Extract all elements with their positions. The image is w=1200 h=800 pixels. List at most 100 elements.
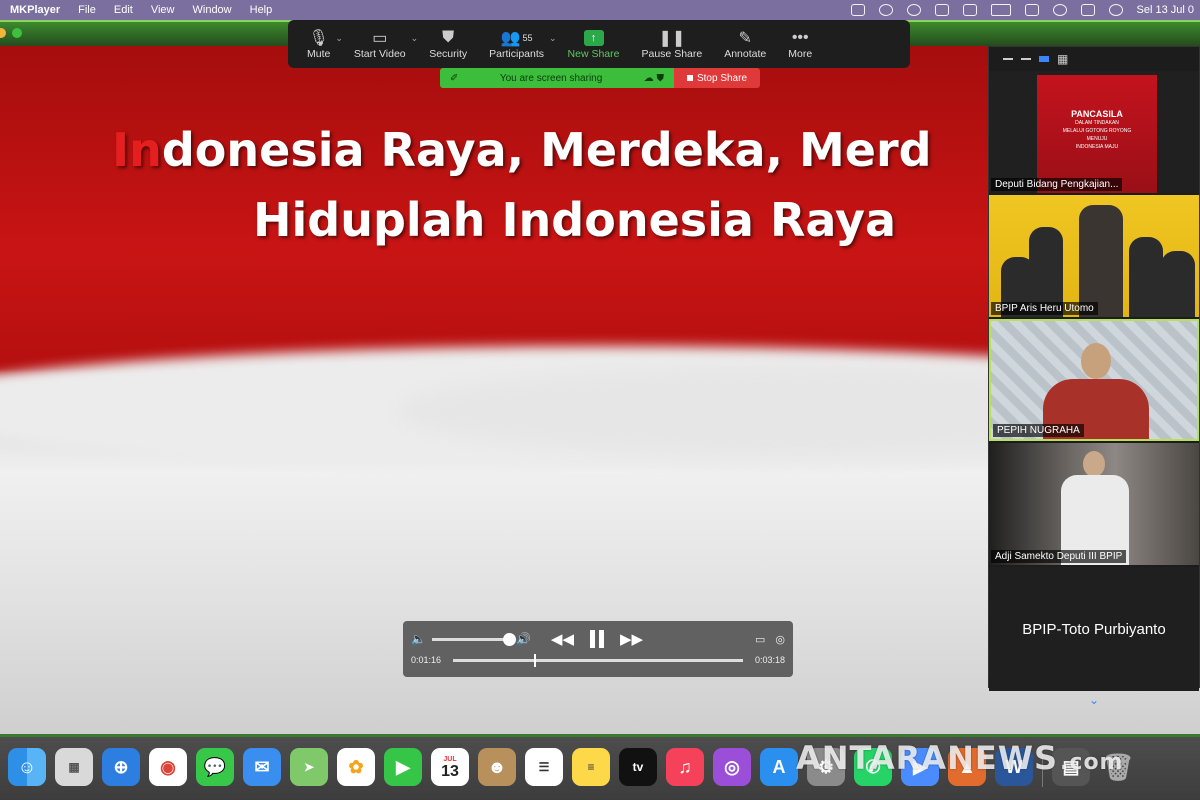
participant-tile[interactable]: BPIP Aris Heru Utomo: [989, 195, 1199, 317]
participant-tile[interactable]: Adji Samekto Deputi III BPIP: [989, 443, 1199, 565]
safari-icon[interactable]: ⊕: [102, 748, 140, 786]
menu-bar: MKPlayer File Edit View Window Help Sel …: [0, 0, 1200, 20]
start-video-label: Start Video: [353, 48, 406, 60]
watermark-brand: ANTARANEWS: [796, 739, 1059, 777]
video-options-caret-icon[interactable]: ⌄: [411, 33, 419, 44]
keyboard-input-icon[interactable]: [934, 4, 949, 16]
lyrics-line-2: Hiduplah Indonesia Raya: [253, 193, 897, 247]
menu-edit[interactable]: Edit: [114, 4, 133, 16]
facetime-icon[interactable]: ▶: [384, 748, 422, 786]
lyrics-highlight: In: [112, 123, 162, 177]
zoom-status-icon[interactable]: [850, 4, 865, 16]
finder-icon[interactable]: ☺: [8, 748, 46, 786]
speaker-view-icon[interactable]: [1039, 56, 1049, 62]
more-button[interactable]: ••• More: [788, 28, 812, 60]
photos-icon[interactable]: ✿: [337, 748, 375, 786]
cloud-shield-icon: ☁ ⛊: [643, 72, 664, 84]
participant-tile-active[interactable]: PEPIH NUGRAHA: [989, 319, 1199, 441]
security-button[interactable]: ⛊ Security: [429, 28, 467, 60]
volume-low-icon[interactable]: 🔈: [411, 632, 426, 646]
creative-cloud-icon[interactable]: [878, 4, 893, 16]
mail-icon[interactable]: ✉: [243, 748, 281, 786]
participants-options-caret-icon[interactable]: ⌄: [549, 33, 557, 44]
control-center-icon[interactable]: [1080, 4, 1095, 16]
airplay-icon[interactable]: ▭: [755, 633, 765, 646]
launchpad-icon[interactable]: ▦: [55, 748, 93, 786]
calendar-icon[interactable]: JUL 13: [431, 748, 469, 786]
zoom-window-button[interactable]: [12, 28, 22, 38]
rewind-icon[interactable]: ◀◀: [551, 630, 574, 648]
annotate-button[interactable]: ✎ Annotate: [724, 28, 766, 60]
mute-label: Mute: [307, 48, 331, 60]
new-share-button[interactable]: ↑ New Share: [568, 28, 620, 60]
new-share-label: New Share: [567, 48, 620, 60]
participants-icon: 👥 55: [500, 30, 533, 47]
annotate-label: Annotate: [724, 48, 767, 60]
screen-sharing-banner: ✐ You are screen sharing ☁ ⛊ Stop Share: [440, 68, 760, 88]
total-duration: 0:03:18: [754, 655, 785, 665]
pencil-icon: ✎: [738, 30, 752, 47]
shield-icon: ⛊: [442, 29, 455, 46]
poster-title: PANCASILA: [1071, 109, 1123, 119]
contacts-icon[interactable]: ☻: [478, 748, 516, 786]
menu-window[interactable]: Window: [193, 4, 232, 16]
scroll-down-chevron-icon[interactable]: ⌄: [989, 693, 1199, 707]
participants-button[interactable]: 👥 55 Participants: [489, 28, 544, 60]
mute-button[interactable]: 🎙 Mute: [307, 28, 330, 60]
battery-icon[interactable]: [990, 4, 1011, 16]
menu-view[interactable]: View: [151, 4, 175, 16]
music-icon[interactable]: ♫: [666, 748, 704, 786]
share-arrow-icon: ↑: [583, 30, 604, 46]
minimize-button[interactable]: [0, 28, 6, 38]
progress-scrubber[interactable]: [453, 653, 743, 667]
pause-share-button[interactable]: ❚❚ Pause Share: [642, 28, 703, 60]
podcasts-icon[interactable]: ◎: [713, 748, 751, 786]
participant-name: BPIP Aris Heru Utomo: [991, 302, 1098, 315]
settings-icon[interactable]: ◎: [775, 633, 785, 646]
menu-file[interactable]: File: [78, 4, 96, 16]
fast-forward-icon[interactable]: ▶▶: [620, 630, 643, 648]
pancasila-poster: PANCASILA DALAM TINDAKAN MELALUI GOTONG …: [1037, 75, 1157, 193]
poster-line: INDONESIA MAJU: [1075, 144, 1119, 150]
maps-icon[interactable]: ➤: [290, 748, 328, 786]
checkmark-icon[interactable]: [906, 4, 921, 16]
volume-high-icon[interactable]: 🔊: [516, 632, 531, 646]
participant-tile-no-video[interactable]: BPIP-Toto Purbiyanto: [989, 567, 1199, 691]
stop-share-label: Stop Share: [696, 72, 748, 84]
more-dots-icon: •••: [791, 29, 809, 46]
pin-icon: ✐: [450, 72, 459, 84]
volume-knob[interactable]: [502, 632, 516, 646]
sharing-status[interactable]: ✐ You are screen sharing ☁ ⛊: [440, 68, 674, 88]
reminders-icon[interactable]: ☰: [525, 748, 563, 786]
wifi-icon[interactable]: [1024, 4, 1039, 16]
messages-icon[interactable]: 💬: [196, 748, 234, 786]
participant-tile[interactable]: PANCASILA DALAM TINDAKAN MELALUI GOTONG …: [989, 71, 1199, 193]
appstore-icon[interactable]: A: [760, 748, 798, 786]
menu-help[interactable]: Help: [250, 4, 273, 16]
participant-gallery: ▦ PANCASILA DALAM TINDAKAN MELALUI GOTON…: [988, 46, 1200, 707]
spotlight-search-icon[interactable]: [1052, 4, 1067, 16]
calendar-day: 13: [441, 762, 459, 780]
mute-options-caret-icon[interactable]: ⌄: [335, 33, 343, 44]
gallery-view-icon[interactable]: ▦: [1057, 52, 1068, 66]
pause-icon: ❚❚: [658, 30, 686, 47]
bluetooth-icon[interactable]: [962, 4, 977, 16]
stop-share-button[interactable]: Stop Share: [674, 68, 760, 88]
start-video-button[interactable]: ▭ Start Video: [354, 28, 406, 60]
zoom-share-toolbar: 🎙 Mute ⌄ ▭ Start Video ⌄ ⛊ Security 👥 55 …: [288, 20, 910, 68]
participants-label: Participants: [489, 48, 544, 60]
appletv-icon[interactable]: tv: [619, 748, 657, 786]
chrome-icon[interactable]: ◉: [149, 748, 187, 786]
siri-icon[interactable]: [1108, 4, 1123, 16]
volume-slider[interactable]: [431, 632, 516, 646]
notes-icon[interactable]: ≡: [572, 748, 610, 786]
app-menu[interactable]: MKPlayer: [10, 4, 60, 16]
participant-name: Deputi Bidang Pengkajian...: [991, 178, 1123, 191]
speaker-figure: [1079, 205, 1123, 317]
scrubber-playhead[interactable]: [534, 653, 537, 667]
menu-clock[interactable]: Sel 13 Jul 0: [1137, 4, 1194, 16]
minimize-panel-icon[interactable]: [1003, 58, 1013, 60]
pause-button[interactable]: [589, 630, 604, 648]
hide-video-icon[interactable]: [1021, 58, 1031, 60]
background-figure: [1129, 237, 1163, 317]
